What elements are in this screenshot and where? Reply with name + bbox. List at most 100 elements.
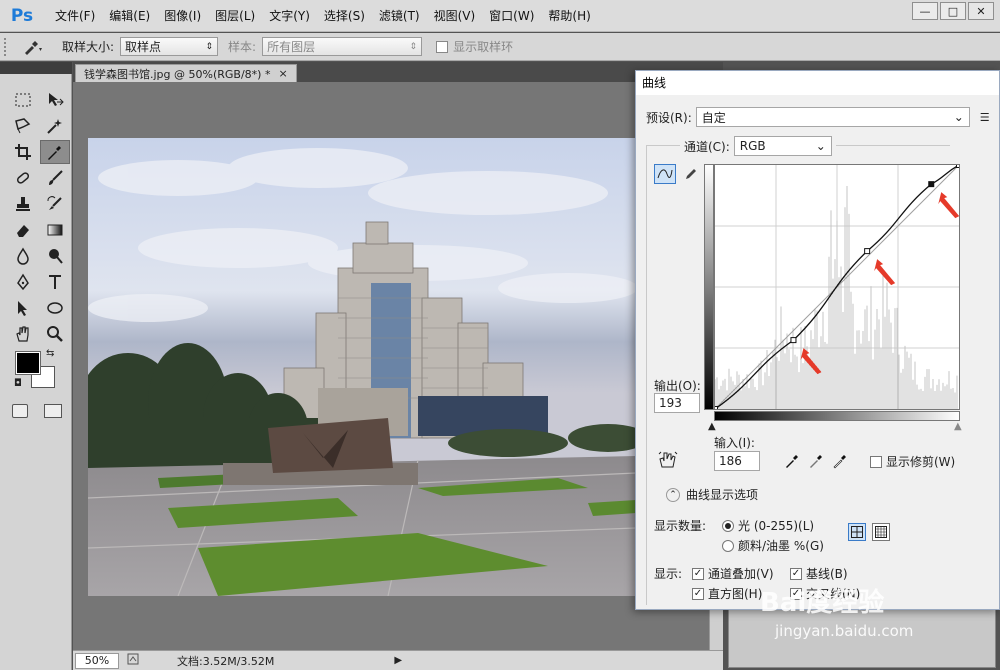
pigment-radio-row[interactable]: 颜料/油墨 %(G) <box>722 537 824 554</box>
black-eyedropper-icon[interactable] <box>784 453 800 472</box>
baseline-row[interactable]: ✓ 基线(B) <box>790 565 848 582</box>
red-arrow-annotation <box>938 192 960 219</box>
display-options-label: 曲线显示选项 <box>686 488 759 502</box>
status-menu-arrow[interactable]: ▶ <box>394 655 402 666</box>
checkbox-box[interactable] <box>436 40 449 53</box>
menu-filter[interactable]: 滤镜(T) <box>372 7 427 24</box>
on-image-adjust-icon[interactable] <box>658 451 678 472</box>
eyedropper-tool-icon[interactable] <box>40 140 70 164</box>
channel-overlay-checkbox[interactable]: ✓ <box>692 567 704 580</box>
eraser-tool-icon[interactable] <box>8 218 38 242</box>
swap-colors-icon[interactable]: ⇆ <box>46 348 54 359</box>
move-tool-icon[interactable] <box>40 88 70 112</box>
toolbox-header[interactable] <box>0 62 72 74</box>
menu-help[interactable]: 帮助(H) <box>541 7 597 24</box>
ellipse-tool-icon[interactable] <box>40 296 70 320</box>
menu-image[interactable]: 图像(I) <box>157 7 208 24</box>
chevron-updown-icon: ⇕ <box>205 41 214 52</box>
quick-mask-icon[interactable] <box>12 404 28 418</box>
histogram-row[interactable]: ✓ 直方图(H) <box>692 585 762 602</box>
channel-value: RGB <box>739 139 766 153</box>
black-point-slider-icon[interactable]: ▲ <box>708 421 716 432</box>
white-eyedropper-icon[interactable] <box>832 453 848 472</box>
pencil-draw-icon[interactable] <box>680 164 702 184</box>
sample-size-select[interactable]: 取样点 ⇕ <box>120 37 219 56</box>
light-radio[interactable] <box>722 519 734 532</box>
image-canvas[interactable] <box>88 138 636 596</box>
show-clipping-label: 显示修剪(W) <box>886 455 956 469</box>
stamp-tool-icon[interactable] <box>8 192 38 216</box>
menu-window[interactable]: 窗口(W) <box>482 7 541 24</box>
menu-edit[interactable]: 编辑(E) <box>102 7 157 24</box>
red-arrow-annotation <box>874 259 896 286</box>
input-field[interactable]: 186 <box>714 451 760 471</box>
history-brush-icon[interactable] <box>40 192 70 216</box>
baidu-watermark-logo: Bai度经验 <box>760 588 885 618</box>
pigment-option-label: 颜料/油墨 %(G) <box>738 539 824 553</box>
lasso-tool-icon[interactable] <box>8 114 38 138</box>
status-info-icon[interactable] <box>127 653 141 668</box>
crop-tool-icon[interactable] <box>8 140 38 164</box>
light-radio-row[interactable]: 光 (0-255)(L) <box>722 517 814 534</box>
preset-menu-icon[interactable]: ☰ <box>980 111 990 124</box>
options-bar-grip[interactable] <box>4 37 14 56</box>
dodge-tool-icon[interactable] <box>40 244 70 268</box>
type-tool-icon[interactable] <box>40 270 70 294</box>
histogram-checkbox[interactable]: ✓ <box>692 587 704 600</box>
chevron-down-icon: ⌄ <box>815 139 826 153</box>
close-button[interactable]: ✕ <box>968 2 994 20</box>
simple-grid-icon[interactable] <box>848 523 866 541</box>
screen-mode-icon[interactable] <box>44 404 62 418</box>
sample-select[interactable]: 所有图层 ⇕ <box>262 37 423 56</box>
collapse-icon[interactable]: ⌃ <box>666 487 680 502</box>
zoom-tool-icon[interactable] <box>40 322 70 346</box>
channel-select[interactable]: RGB ⌄ <box>733 136 832 156</box>
menu-file[interactable]: 文件(F) <box>48 7 102 24</box>
curve-control-point <box>956 162 962 168</box>
healing-brush-icon[interactable] <box>8 166 38 190</box>
maximize-button[interactable]: □ <box>940 2 966 20</box>
display-options-toggle[interactable]: ⌃ 曲线显示选项 <box>666 486 758 503</box>
preset-select[interactable]: 自定 ⌄ <box>695 107 970 127</box>
preset-label: 预设(R): <box>646 110 692 125</box>
channel-overlay-row[interactable]: ✓ 通道叠加(V) <box>692 565 774 582</box>
histogram-label: 直方图(H) <box>708 587 763 601</box>
output-field[interactable]: 193 <box>654 393 700 413</box>
minimize-button[interactable]: — <box>912 2 938 20</box>
light-option-label: 光 (0-255)(L) <box>738 519 815 533</box>
pigment-radio[interactable] <box>722 539 734 552</box>
document-area: 钱学森图书馆.jpg @ 50%(RGB/8*) * × 50% 文档:3.52… <box>73 62 723 670</box>
default-colors-icon[interactable]: ◘ <box>14 378 22 389</box>
menu-type[interactable]: 文字(Y) <box>262 7 317 24</box>
curve-graph[interactable] <box>712 162 962 412</box>
sample-size-value: 取样点 <box>125 40 162 54</box>
blur-tool-icon[interactable] <box>8 244 38 268</box>
path-select-icon[interactable] <box>8 296 38 320</box>
menu-select[interactable]: 选择(S) <box>317 7 372 24</box>
input-gradient-bar <box>714 411 960 421</box>
hand-tool-icon[interactable] <box>8 322 38 346</box>
marquee-tool-icon[interactable] <box>8 88 38 112</box>
close-tab-icon[interactable]: × <box>278 67 287 80</box>
white-point-slider-icon[interactable]: ▲ <box>954 421 962 432</box>
brush-tool-icon[interactable] <box>40 166 70 190</box>
zoom-level-field[interactable]: 50% <box>75 652 119 669</box>
show-clipping-checkbox[interactable] <box>870 455 882 468</box>
gray-eyedropper-icon[interactable] <box>808 453 824 472</box>
detailed-grid-icon[interactable] <box>872 523 890 541</box>
show-clipping-row[interactable]: 显示修剪(W) <box>870 453 955 470</box>
menu-layer[interactable]: 图层(L) <box>208 7 262 24</box>
pen-tool-icon[interactable] <box>8 270 38 294</box>
document-tab[interactable]: 钱学森图书馆.jpg @ 50%(RGB/8*) * × <box>75 64 297 82</box>
chevron-down-icon: ⌄ <box>953 110 964 124</box>
magic-wand-icon[interactable] <box>40 114 70 138</box>
menu-view[interactable]: 视图(V) <box>427 7 483 24</box>
curve-plot[interactable] <box>712 162 962 412</box>
curve-edit-points-icon[interactable] <box>654 164 676 184</box>
show-ring-checkbox[interactable]: 显示取样环 <box>436 38 513 55</box>
foreground-color-swatch[interactable] <box>15 351 41 375</box>
document-tab-title: 钱学森图书馆.jpg @ 50%(RGB/8*) * <box>84 67 271 81</box>
baseline-checkbox[interactable]: ✓ <box>790 567 802 580</box>
eyedropper-preset-icon[interactable] <box>14 36 52 58</box>
gradient-tool-icon[interactable] <box>40 218 70 242</box>
